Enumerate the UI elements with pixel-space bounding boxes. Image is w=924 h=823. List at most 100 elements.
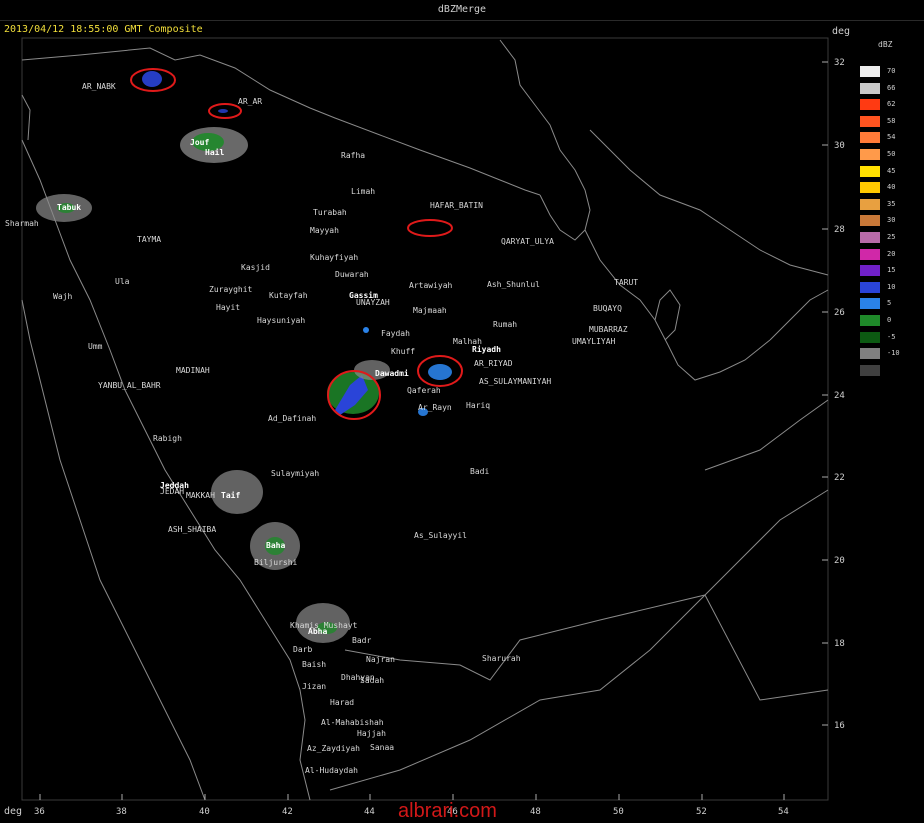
city-label: Qaferah (407, 386, 441, 395)
city-label: Al-Mahabishah (321, 718, 384, 727)
city-label: Zurayghit (209, 285, 253, 294)
lat-tick-label: 18 (834, 639, 845, 649)
legend-row: 66 (858, 82, 918, 94)
legend-label: 45 (887, 166, 896, 175)
city-label: Wajh (53, 292, 72, 301)
legend-row: 45 (858, 165, 918, 177)
lat-tick-label: 32 (834, 58, 845, 68)
legend-row: 5 (858, 298, 918, 310)
legend-label: 15 (887, 266, 896, 275)
legend-row: -5 (858, 331, 918, 343)
legend-swatch (860, 132, 880, 144)
city-label: YANBU_AL_BAHR (98, 381, 161, 390)
city-label: Kasjid (241, 263, 270, 272)
city-label: Riyadh (472, 344, 501, 354)
legend-label: 5 (887, 299, 892, 308)
legend-row: 25 (858, 232, 918, 243)
legend-swatch (860, 348, 880, 360)
city-label: Taif (221, 490, 240, 500)
city-label: Najran (366, 655, 395, 664)
legend-row: 54 (858, 132, 918, 144)
legend-label: 35 (887, 199, 896, 208)
city-label: Abha (308, 627, 327, 636)
legend-row: 30 (858, 215, 918, 227)
lat-tick-label: 16 (834, 721, 845, 731)
lon-tick-label: 50 (613, 807, 624, 817)
city-label: Hariq (466, 401, 490, 410)
lat-tick-label: 24 (834, 391, 845, 401)
city-label: Sadah (360, 676, 384, 685)
legend-swatch (860, 66, 880, 77)
lon-tick-label: 52 (696, 807, 707, 817)
city-label: TARUT (614, 278, 638, 287)
legend-label: 62 (887, 100, 896, 109)
legend-swatch (860, 248, 880, 260)
legend-label: 10 (887, 282, 896, 291)
city-label: Turabah (313, 208, 347, 217)
legend-swatch (860, 149, 880, 160)
city-label: BUQAYQ (593, 304, 622, 313)
legend-swatch (860, 298, 880, 310)
legend-row: 15 (858, 265, 918, 277)
city-label: MADINAH (176, 366, 210, 375)
city-label: HAFAR_BATIN (430, 201, 483, 210)
city-label: Hayit (216, 303, 240, 312)
city-label: Kuhayfiyah (310, 253, 358, 262)
city-label: AR_RIYAD (474, 359, 513, 368)
legend-row (858, 364, 918, 376)
radar-echoes (36, 71, 452, 643)
legend-row: 58 (858, 115, 918, 127)
legend-swatch (860, 99, 880, 111)
legend-row: 20 (858, 248, 918, 260)
legend-row: 50 (858, 149, 918, 160)
city-label: Sanaa (370, 743, 394, 752)
city-label: Rabigh (153, 434, 182, 443)
city-label: Sharurah (482, 654, 521, 663)
legend-row: 62 (858, 99, 918, 111)
city-label: Hajjah (357, 729, 386, 738)
city-label: Hail (205, 147, 224, 157)
lon-tick-label: 38 (116, 807, 127, 817)
legend-row: -10 (858, 348, 918, 360)
legend-label: 0 (887, 316, 892, 324)
legend-row: 35 (858, 198, 918, 210)
legend-swatch (860, 331, 880, 343)
city-label: Majmaah (413, 306, 447, 315)
city-label: Biljurshi (254, 558, 298, 567)
legend-label: -5 (887, 332, 896, 341)
city-label: Sharmah (5, 219, 39, 228)
lon-tick-label: 54 (778, 807, 789, 817)
city-label: Limah (351, 187, 375, 196)
city-label: Khuff (391, 347, 415, 356)
city-label: Badr (352, 636, 371, 645)
city-label: Gassim (349, 290, 378, 300)
legend-unit: dBZ (878, 40, 893, 49)
legend-swatch (860, 165, 880, 177)
city-label: AR_NABK (82, 82, 116, 91)
legend-swatch (860, 198, 880, 210)
city-label: Jizan (302, 682, 326, 691)
legend-swatch (860, 182, 880, 194)
city-label: Az_Zaydiyah (307, 744, 360, 753)
city-label: MAKKAH (186, 491, 215, 500)
legend-label: 25 (887, 233, 896, 241)
lat-tick-label: 28 (834, 225, 845, 235)
legend-label: 20 (887, 249, 896, 258)
legend-swatch (860, 115, 880, 127)
map-canvas: AR_NABK AR_AR Rafha Limah HAFAR_BATIN Turabah… (5, 37, 845, 817)
legend-label: 54 (887, 133, 896, 142)
lat-tick-label: 20 (834, 556, 845, 566)
legend-label: 50 (887, 150, 896, 158)
watermark-text: albrari.com (398, 800, 497, 822)
city-label: UMAYLIYAH (572, 337, 616, 346)
city-label: Umm (88, 342, 103, 351)
city-label: Jouf (190, 138, 209, 147)
legend-label: 30 (887, 216, 896, 225)
city-label: Sulaymiyah (271, 469, 319, 478)
city-label: JEDAH (160, 487, 184, 496)
city-label: ASH_SHAIBA (168, 525, 216, 534)
city-label: Faydah (381, 329, 410, 338)
lon-tick-label: 48 (530, 807, 541, 817)
legend-row: 0 (858, 315, 918, 326)
legend-label: 66 (887, 83, 896, 92)
